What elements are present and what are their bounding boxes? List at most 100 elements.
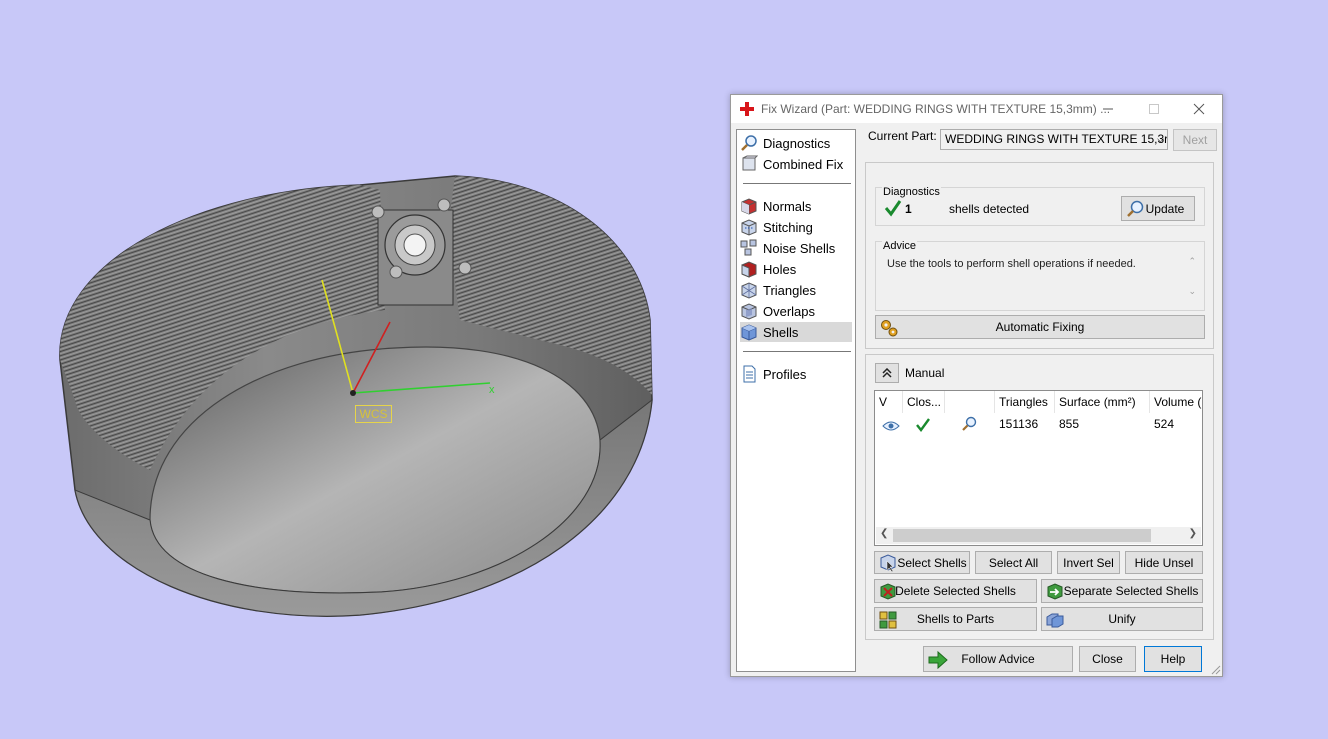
maximize-button[interactable] bbox=[1131, 95, 1177, 123]
delete-shells-icon bbox=[880, 583, 896, 600]
advice-group: Advice Use the tools to perform shell op… bbox=[875, 240, 1205, 311]
unify-icon bbox=[1046, 613, 1064, 628]
diagnostics-panel: Diagnostics 1 shells detected Update Adv… bbox=[865, 162, 1214, 349]
follow-advice-button[interactable]: Follow Advice bbox=[923, 646, 1073, 672]
select-all-button[interactable]: Select All bbox=[975, 551, 1052, 574]
close-button[interactable]: Close bbox=[1079, 646, 1136, 672]
volume-cell: 524 bbox=[1154, 417, 1175, 431]
fix-navigation: Diagnostics Combined Fix Normals Stitchi… bbox=[736, 129, 856, 672]
nav-label: Normals bbox=[763, 198, 812, 214]
manual-title: Manual bbox=[905, 366, 945, 380]
title-bar[interactable]: Fix Wizard (Part: WEDDING RINGS WITH TEX… bbox=[731, 95, 1222, 123]
scroll-up-icon[interactable]: ⌃ bbox=[1188, 256, 1196, 267]
nav-item-noise-shells[interactable]: Noise Shells bbox=[740, 238, 852, 258]
invert-selection-button[interactable]: Invert Sel bbox=[1057, 551, 1120, 574]
scrollbar-thumb[interactable] bbox=[893, 529, 1151, 542]
stitching-cube-icon bbox=[741, 219, 757, 236]
column-header-surface[interactable]: Surface (mm²) bbox=[1055, 391, 1150, 413]
delete-selected-shells-button[interactable]: Delete Selected Shells bbox=[874, 579, 1037, 603]
chevron-up-double-icon bbox=[882, 368, 892, 378]
scroll-left-icon[interactable]: ❮ bbox=[880, 528, 888, 539]
holes-cube-icon bbox=[741, 261, 757, 278]
current-part-value: WEDDING RINGS WITH TEXTURE 15,3r bbox=[945, 132, 1168, 146]
hide-unselected-button[interactable]: Hide Unsel bbox=[1125, 551, 1203, 574]
follow-advice-label: Follow Advice bbox=[961, 652, 1035, 666]
select-shells-label: Select Shells bbox=[897, 555, 967, 570]
select-shells-button[interactable]: Select Shells bbox=[874, 551, 970, 574]
axis-x-label: x bbox=[489, 384, 495, 396]
nav-item-triangles[interactable]: Triangles bbox=[740, 280, 852, 300]
nav-item-profiles[interactable]: Profiles bbox=[740, 364, 852, 384]
column-header-triangles[interactable]: Triangles bbox=[995, 391, 1055, 413]
diagnostics-group: Diagnostics 1 shells detected Update bbox=[875, 186, 1205, 226]
nav-label: Holes bbox=[763, 261, 797, 277]
current-part-label: Current Part: bbox=[868, 129, 937, 143]
close-icon bbox=[1193, 103, 1205, 115]
select-shells-icon bbox=[880, 554, 896, 573]
shells-to-parts-label: Shells to Parts bbox=[916, 612, 995, 626]
update-label: Update bbox=[1145, 201, 1185, 216]
column-header-volume[interactable]: Volume ( bbox=[1150, 391, 1202, 413]
shells-table[interactable]: V Clos... Triangles Surface (mm²) Volume… bbox=[874, 390, 1203, 546]
nav-label: Shells bbox=[763, 324, 799, 340]
horizontal-scrollbar[interactable]: ❮ ❯ bbox=[876, 527, 1201, 544]
close-window-button[interactable] bbox=[1176, 95, 1222, 123]
nav-label: Stitching bbox=[763, 219, 813, 235]
wcs-label: WCS bbox=[355, 405, 392, 423]
nav-label: Combined Fix bbox=[763, 156, 844, 172]
advice-text: Use the tools to perform shell operation… bbox=[887, 258, 1136, 270]
checkmark-icon bbox=[916, 418, 930, 432]
checkmark-icon bbox=[884, 200, 902, 217]
help-button[interactable]: Help bbox=[1144, 646, 1202, 672]
delete-selected-label: Delete Selected Shells bbox=[895, 584, 1016, 598]
next-button[interactable]: Next bbox=[1173, 129, 1217, 151]
nav-item-combined-fix[interactable]: Combined Fix bbox=[740, 154, 852, 174]
minimize-icon bbox=[1103, 108, 1113, 110]
profiles-document-icon bbox=[743, 365, 756, 383]
nav-label: Overlaps bbox=[763, 303, 816, 319]
current-part-select[interactable]: WEDDING RINGS WITH TEXTURE 15,3r ⌵ bbox=[940, 129, 1168, 150]
nav-separator bbox=[743, 351, 851, 352]
maximize-icon bbox=[1149, 104, 1159, 114]
eye-icon[interactable] bbox=[882, 417, 900, 435]
triangles-cell: 151136 bbox=[999, 417, 1039, 431]
magnifier-icon[interactable] bbox=[960, 415, 978, 433]
column-header-closed[interactable]: Clos... bbox=[903, 391, 945, 413]
fix-wizard-dialog: Fix Wizard (Part: WEDDING RINGS WITH TEX… bbox=[730, 94, 1223, 677]
separate-selected-shells-button[interactable]: Separate Selected Shells bbox=[1041, 579, 1203, 603]
separate-shells-icon bbox=[1047, 583, 1063, 600]
scroll-right-icon[interactable]: ❯ bbox=[1189, 528, 1197, 539]
shells-cube-icon bbox=[741, 324, 757, 341]
minimize-button[interactable] bbox=[1085, 95, 1131, 123]
nav-item-normals[interactable]: Normals bbox=[740, 196, 852, 216]
scroll-down-icon[interactable]: ⌄ bbox=[1188, 286, 1196, 297]
nav-item-shells[interactable]: Shells bbox=[740, 322, 852, 342]
update-button[interactable]: Update bbox=[1121, 196, 1195, 221]
nav-label: Diagnostics bbox=[763, 135, 831, 151]
triangles-icon bbox=[741, 282, 757, 299]
nav-item-overlaps[interactable]: Overlaps bbox=[740, 301, 852, 321]
dialog-title: Fix Wizard (Part: WEDDING RINGS WITH TEX… bbox=[761, 102, 1111, 116]
red-cross-icon bbox=[740, 102, 754, 116]
column-header-inspect[interactable] bbox=[945, 391, 995, 413]
normals-cube-icon bbox=[741, 198, 757, 215]
column-header-visible[interactable]: V bbox=[875, 391, 903, 413]
shells-to-parts-icon bbox=[879, 611, 897, 629]
nav-item-holes[interactable]: Holes bbox=[740, 259, 852, 279]
nav-separator bbox=[743, 183, 851, 184]
collapse-manual-button[interactable] bbox=[875, 363, 899, 383]
shells-to-parts-button[interactable]: Shells to Parts bbox=[874, 607, 1037, 631]
overlaps-icon bbox=[741, 303, 757, 320]
diagnostics-group-title: Diagnostics bbox=[882, 186, 941, 198]
advice-group-title: Advice bbox=[882, 240, 918, 252]
separate-selected-label: Separate Selected Shells bbox=[1063, 584, 1199, 598]
unify-button[interactable]: Unify bbox=[1041, 607, 1203, 631]
gears-icon bbox=[881, 320, 898, 337]
resize-grip-icon[interactable] bbox=[1211, 665, 1221, 675]
nav-item-stitching[interactable]: Stitching bbox=[740, 217, 852, 237]
magnifier-icon bbox=[741, 135, 757, 151]
nav-item-diagnostics[interactable]: Diagnostics bbox=[740, 133, 852, 153]
noise-shells-icon bbox=[740, 239, 757, 256]
nav-label: Triangles bbox=[763, 282, 816, 298]
automatic-fixing-button[interactable]: Automatic Fixing bbox=[875, 315, 1205, 339]
